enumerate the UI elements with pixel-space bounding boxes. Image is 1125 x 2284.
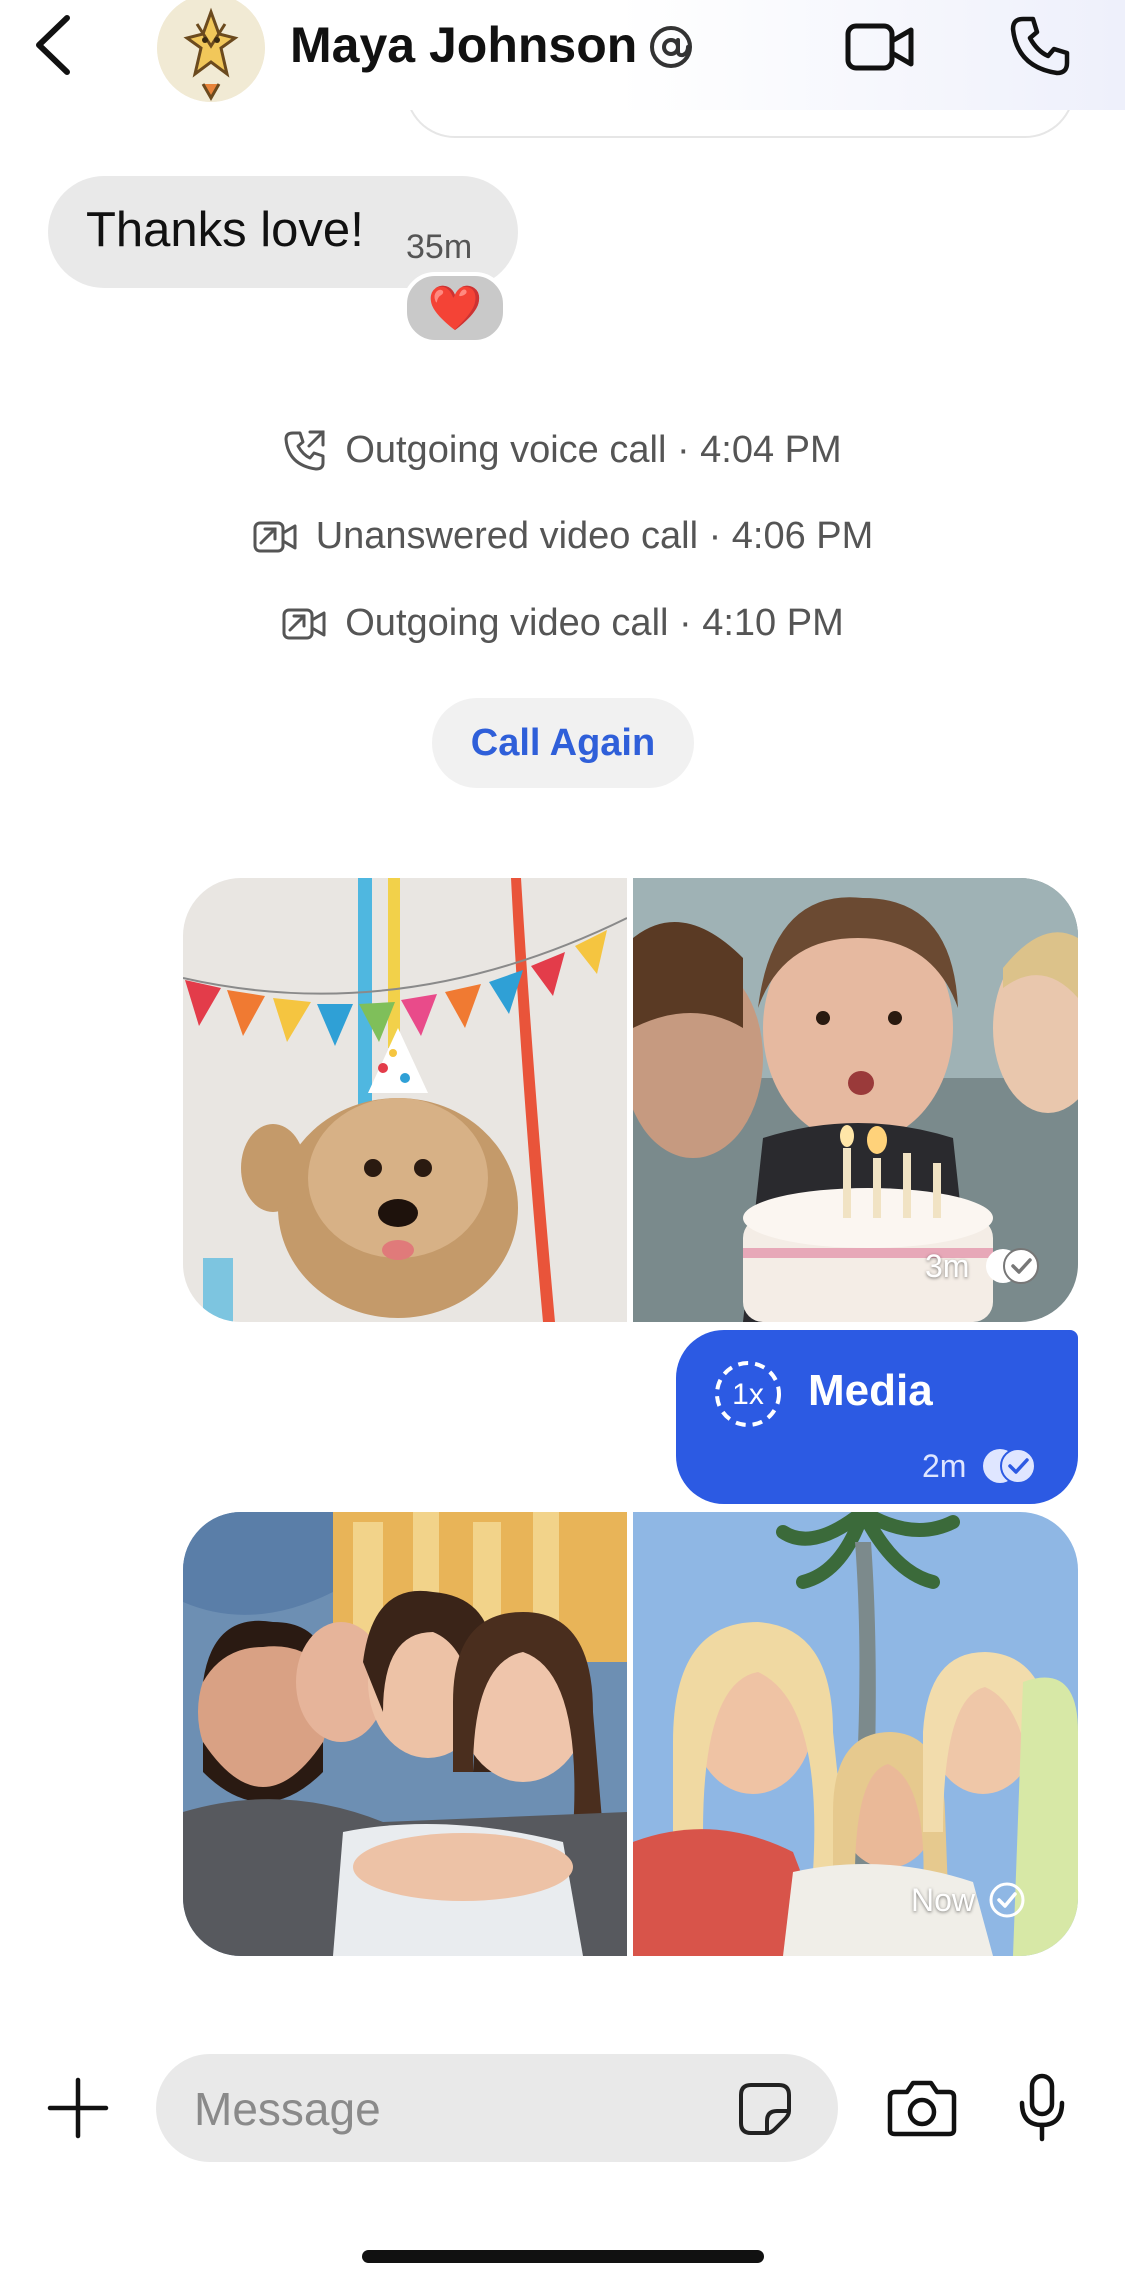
video-call-button[interactable] [840, 14, 920, 80]
view-once-label: 1x [732, 1378, 764, 1411]
contact-name[interactable]: Maya Johnson [290, 16, 637, 74]
voice-message-button[interactable] [1004, 2068, 1080, 2148]
phone-icon [1010, 16, 1070, 76]
plus-icon [47, 2077, 109, 2139]
sticker-button[interactable] [734, 2078, 796, 2140]
outgoing-video-call-icon [281, 606, 327, 642]
chevron-left-icon [36, 15, 70, 75]
video-camera-icon [845, 23, 914, 71]
camera-icon [887, 2080, 957, 2137]
microphone-icon [1019, 2073, 1065, 2142]
call-log-item[interactable]: Outgoing video call · 4:10 PM [0, 602, 1125, 645]
missed-video-call-icon [252, 519, 298, 555]
call-log-text: Outgoing video call · 4:10 PM [345, 602, 844, 644]
at-sign-icon [648, 24, 694, 75]
read-double-check-icon [983, 1448, 1037, 1484]
voice-call-button[interactable] [1000, 10, 1080, 82]
sent-check-icon [989, 1882, 1025, 1918]
friends-hug-photo[interactable] [183, 1512, 627, 1956]
media-timestamp: Now [911, 1880, 1027, 1920]
message-timestamp: 2m [922, 1446, 1038, 1486]
message-text: Thanks love! [86, 203, 364, 257]
outgoing-call-icon [283, 428, 327, 472]
call-log-item[interactable]: Outgoing voice call · 4:04 PM [0, 428, 1125, 472]
view-once-media-bubble[interactable]: 1x Media 2m [676, 1330, 1078, 1504]
message-composer [156, 2054, 838, 2162]
media-label: Media [808, 1366, 933, 1415]
attach-button[interactable] [40, 2070, 116, 2146]
call-log-item[interactable]: Unanswered video call · 4:06 PM [0, 515, 1125, 558]
sticker-icon [739, 2083, 791, 2135]
avatar-illustration [157, 0, 265, 102]
read-double-check-icon [986, 1248, 1040, 1284]
reaction-badge[interactable]: ❤️ [403, 272, 507, 344]
party-dog-photo[interactable] [183, 878, 627, 1322]
message-timestamp: 35m [406, 228, 473, 266]
home-indicator[interactable] [362, 2250, 764, 2263]
media-timestamp: 3m [925, 1246, 1041, 1286]
conversation-header: Maya Johnson [0, 0, 1125, 110]
camera-button[interactable] [882, 2070, 962, 2146]
media-album: 3m [183, 878, 1078, 1322]
call-again-button[interactable]: Call Again [432, 698, 694, 788]
heart-reaction: ❤️ [427, 284, 483, 333]
back-button[interactable] [18, 10, 88, 80]
message-input[interactable] [192, 2074, 716, 2144]
contact-avatar[interactable] [157, 0, 265, 102]
call-log-text: Unanswered video call · 4:06 PM [315, 515, 874, 557]
media-album: Now [183, 1512, 1078, 1956]
call-log-text: Outgoing voice call · 4:04 PM [345, 428, 842, 471]
